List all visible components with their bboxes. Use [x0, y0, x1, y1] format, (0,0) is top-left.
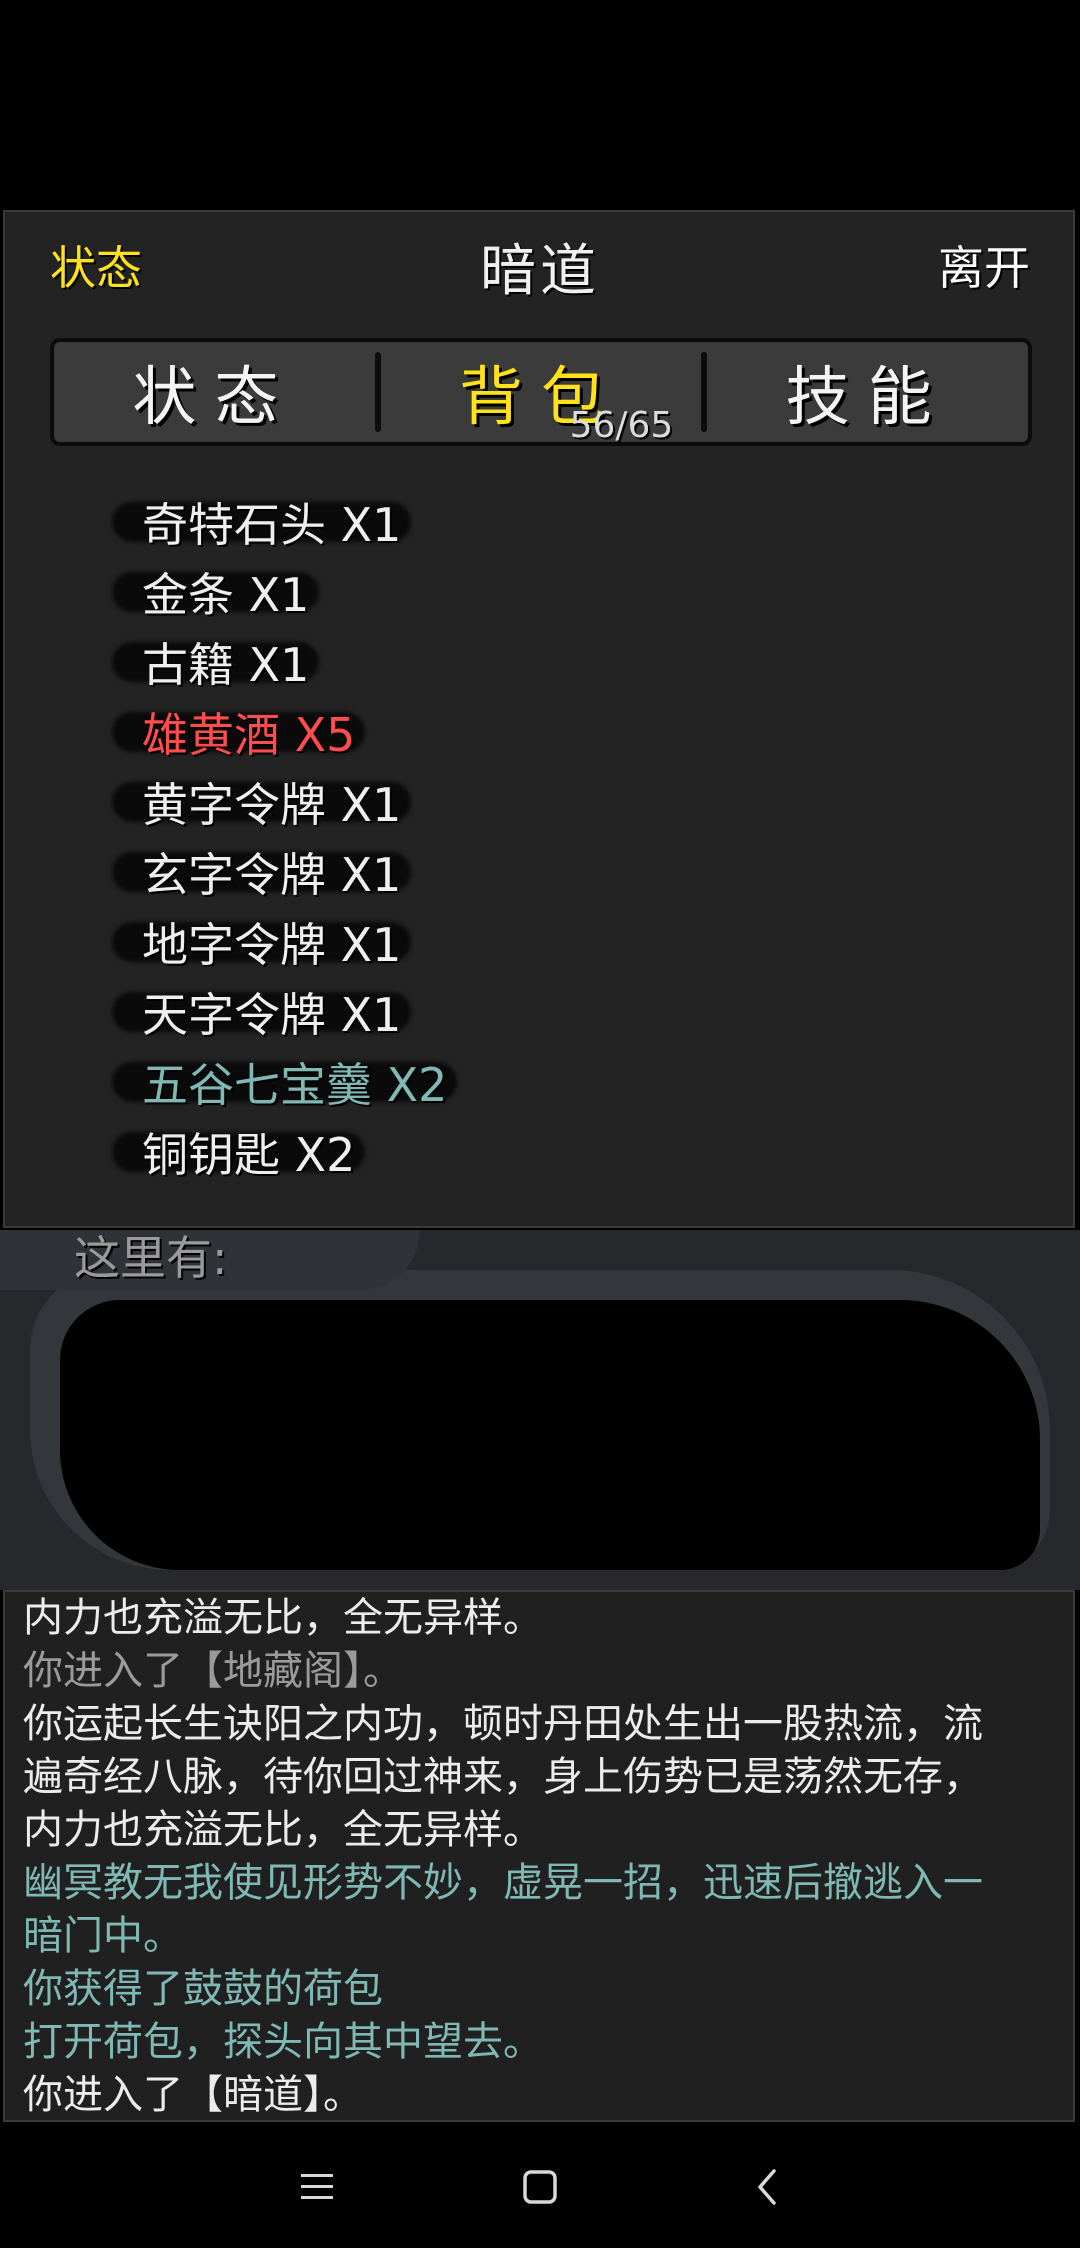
inventory-item[interactable]: 金条 X1 — [112, 560, 319, 624]
inventory-item[interactable]: 古籍 X1 — [112, 630, 319, 694]
item-label: 地字令牌 X1 — [142, 918, 402, 972]
inventory-item[interactable]: 铜钥匙 X2 — [112, 1120, 365, 1184]
log-line: 遍奇经八脉，待你回过神来，身上伤势已是荡然无存， — [23, 1754, 983, 1800]
item-label: 古籍 X1 — [142, 638, 310, 692]
item-label: 雄黄酒 X5 — [142, 708, 356, 762]
status-bar-area — [0, 0, 1080, 210]
item-label: 天字令牌 X1 — [142, 988, 402, 1042]
log-line: 你获得了鼓鼓的荷包 — [23, 1966, 383, 2012]
system-nav-bar — [0, 2126, 1080, 2248]
item-label: 金条 X1 — [142, 568, 310, 622]
log-line: 暗门中。 — [23, 1913, 183, 1959]
inventory-item[interactable]: 雄黄酒 X5 — [112, 700, 365, 764]
home-square-icon[interactable] — [515, 2162, 565, 2212]
tab-status[interactable]: 状态 — [54, 342, 375, 442]
inventory-item[interactable]: 奇特石头 X1 — [112, 490, 411, 554]
log-line: 你进入了【暗道】。 — [23, 2072, 363, 2118]
item-label: 黄字令牌 X1 — [142, 778, 402, 832]
inventory-capacity: 56/65 — [569, 405, 674, 446]
item-label: 玄字令牌 X1 — [142, 848, 402, 902]
inventory-item[interactable]: 地字令牌 X1 — [112, 910, 411, 974]
scene-void — [60, 1300, 1040, 1570]
item-label: 五谷七宝羹 X2 — [142, 1058, 448, 1112]
item-label: 铜钥匙 X2 — [142, 1128, 356, 1182]
message-log[interactable]: 内力也充溢无比，全无异样。 你进入了【地藏阁】。 你运起长生诀阳之内功，顿时丹田… — [3, 1590, 1075, 2122]
location-title: 暗道 — [480, 239, 600, 304]
scene-label: 这里有: — [74, 1231, 228, 1285]
inventory-item[interactable]: 黄字令牌 X1 — [112, 770, 411, 834]
log-line: 你运起长生诀阳之内功，顿时丹田处生出一股热流，流 — [23, 1701, 983, 1747]
tab-skills[interactable]: 技能 — [707, 342, 1028, 442]
log-line: 你进入了【地藏阁】。 — [23, 1648, 403, 1694]
back-chevron-icon[interactable] — [742, 2162, 792, 2212]
tab-inventory[interactable]: 背包 56/65 — [381, 342, 702, 446]
inventory-item[interactable]: 五谷七宝羹 X2 — [112, 1050, 457, 1114]
inventory-item[interactable]: 天字令牌 X1 — [112, 980, 411, 1044]
menu-icon[interactable] — [292, 2162, 342, 2212]
item-label: 奇特石头 X1 — [142, 498, 402, 552]
inventory-item[interactable]: 玄字令牌 X1 — [112, 840, 411, 904]
log-line: 内力也充溢无比，全无异样。 — [23, 1595, 543, 1641]
tab-bar: 状态 背包 56/65 技能 — [50, 338, 1032, 446]
log-line: 幽冥教无我使见形势不妙，虚晃一招，迅速后撤逃入一 — [23, 1860, 983, 1906]
log-line: 内力也充溢无比，全无异样。 — [23, 1807, 543, 1853]
tab-label: 状态 — [132, 361, 297, 435]
log-line: 打开荷包，探头向其中望去。 — [23, 2019, 543, 2065]
tab-label: 技能 — [785, 361, 950, 435]
leave-button[interactable]: 离开 — [938, 232, 1030, 298]
